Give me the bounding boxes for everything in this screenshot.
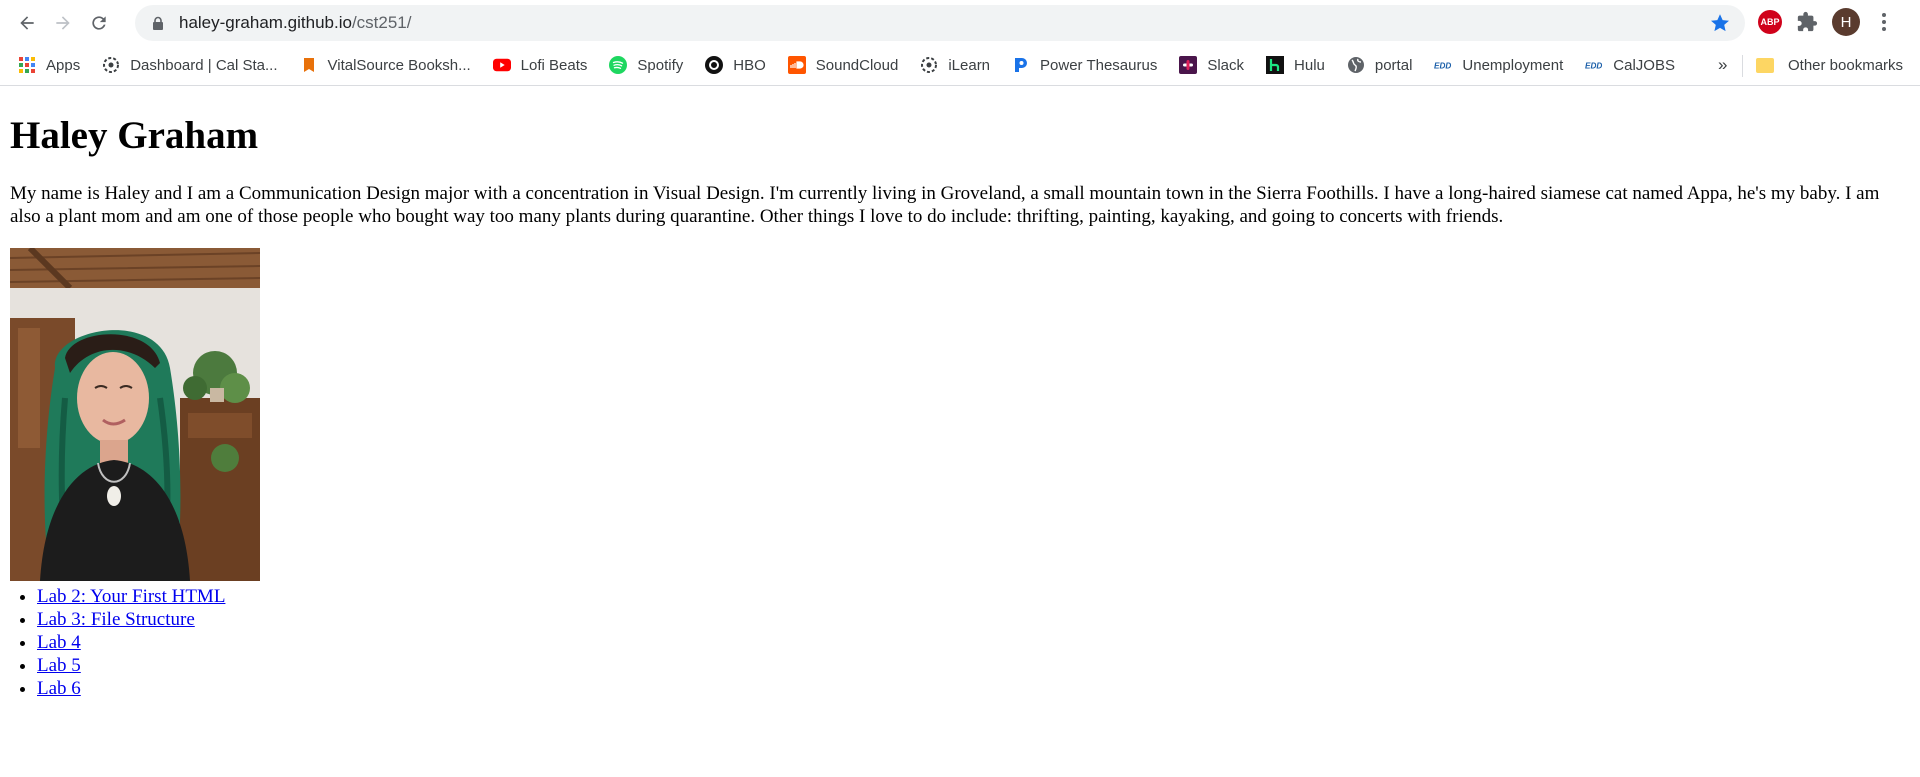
canvas-icon [102,56,120,74]
extension-area: ABP H [1758,8,1894,36]
address-bar[interactable]: haley-graham.github.io/cst251/ [135,5,1745,41]
lab-5-link[interactable]: Lab 5 [37,655,81,676]
bookmark-vitalsource[interactable]: VitalSource Booksh... [300,56,471,74]
url-host: haley-graham.github.io [179,13,352,32]
page-title: Haley Graham [10,114,259,157]
bookmark-portal[interactable]: portal [1347,56,1413,74]
bookmark-apps[interactable]: Apps [18,56,80,74]
bookmark-label: Unemployment [1462,56,1564,74]
bookmark-label: Dashboard | Cal Sta... [130,56,278,74]
bookmark-slack[interactable]: Slack [1179,56,1244,74]
intro-paragraph: My name is Haley and I am a Communicatio… [10,183,1880,227]
bookmark-label: Lofi Beats [520,56,588,74]
bookmark-label: iLearn [948,56,991,74]
bookmark-ilearn[interactable]: iLearn [920,56,990,74]
arrow-right-icon [56,15,70,30]
globe-icon [1347,56,1365,74]
lab-6-link[interactable]: Lab 6 [37,678,81,699]
lab-4-link[interactable]: Lab 4 [37,632,81,653]
bookmark-label: CalJOBS [1613,56,1675,74]
url-path: /cst251/ [351,13,412,32]
bookmark-spotify[interactable]: Spotify [609,56,683,74]
bookmark-dashboard[interactable]: Dashboard | Cal Sta... [102,56,278,74]
vitalsource-icon [300,56,318,74]
bookmark-label: SoundCloud [815,56,899,74]
bookmark-unemployment[interactable]: EDD Unemployment [1434,56,1563,74]
bookmark-label: VitalSource Booksh... [327,56,471,74]
power-thesaurus-icon [1012,56,1030,74]
hulu-icon [1266,56,1285,74]
bookmark-star-icon[interactable] [1709,12,1731,34]
bookmark-soundcloud[interactable]: SoundCloud [787,56,899,74]
bookmark-hulu[interactable]: Hulu [1266,56,1325,74]
edd-icon: EDD [1434,56,1452,74]
bookmark-power-thesaurus[interactable]: Power Thesaurus [1012,56,1157,74]
other-bookmarks-label: Other bookmarks [1788,57,1904,74]
soundcloud-icon [787,56,806,74]
reload-icon [92,15,106,30]
list-item: Lab 2: Your First HTML [37,585,1910,608]
list-item: Lab 3: File Structure [37,608,1910,631]
reload-button[interactable] [82,6,116,40]
adblock-extension-icon[interactable]: ABP [1758,10,1782,34]
apps-grid-icon [18,56,36,74]
bookmarks-bar: Apps Dashboard | Cal Sta... VitalSource … [0,45,1920,86]
url-text[interactable]: haley-graham.github.io/cst251/ [179,13,1709,33]
extensions-puzzle-icon[interactable] [1796,11,1818,33]
profile-avatar[interactable]: H [1832,8,1860,36]
bookmark-label: Hulu [1294,56,1325,74]
bookmark-label: HBO [733,56,766,74]
profile-photo [10,248,260,581]
bookmark-hbo[interactable]: HBO [705,56,766,74]
youtube-icon [492,56,511,74]
lock-icon [153,16,163,30]
bookmark-label: Power Thesaurus [1040,56,1158,74]
bookmarks-overflow-button[interactable]: » [1718,55,1727,75]
page-content: Haley Graham My name is Haley and I am a… [0,114,1920,700]
bookmark-label: Spotify [637,56,684,74]
lab-list: Lab 2: Your First HTML Lab 3: File Struc… [10,585,1910,700]
list-item: Lab 4 [37,631,1910,654]
bookmark-label: Apps [46,56,81,74]
bookmarks-divider [1742,55,1743,77]
svg-text:EDD: EDD [1434,61,1451,70]
bookmark-label: portal [1374,56,1413,74]
slack-icon [1179,56,1198,74]
lab-3-link[interactable]: Lab 3: File Structure [37,609,195,630]
browser-menu-icon[interactable] [1874,11,1894,33]
ilearn-icon [920,56,938,74]
browser-toolbar: haley-graham.github.io/cst251/ ABP H [0,0,1920,45]
list-item: Lab 5 [37,654,1910,677]
list-item: Lab 6 [37,677,1910,700]
svg-text:EDD: EDD [1585,61,1602,70]
back-button[interactable] [10,6,44,40]
bookmark-lofi-beats[interactable]: Lofi Beats [492,56,588,74]
edd-icon: EDD [1585,56,1603,74]
spotify-icon [609,56,628,74]
bookmark-label: Slack [1207,56,1245,74]
arrow-left-icon [20,15,34,30]
hbo-icon [705,56,724,74]
bookmark-caljobs[interactable]: EDD CalJOBS [1585,56,1675,74]
other-bookmarks-button[interactable]: Other bookmarks [1756,45,1903,86]
folder-icon [1756,58,1774,73]
forward-button[interactable] [46,6,80,40]
lab-2-link[interactable]: Lab 2: Your First HTML [37,586,225,607]
